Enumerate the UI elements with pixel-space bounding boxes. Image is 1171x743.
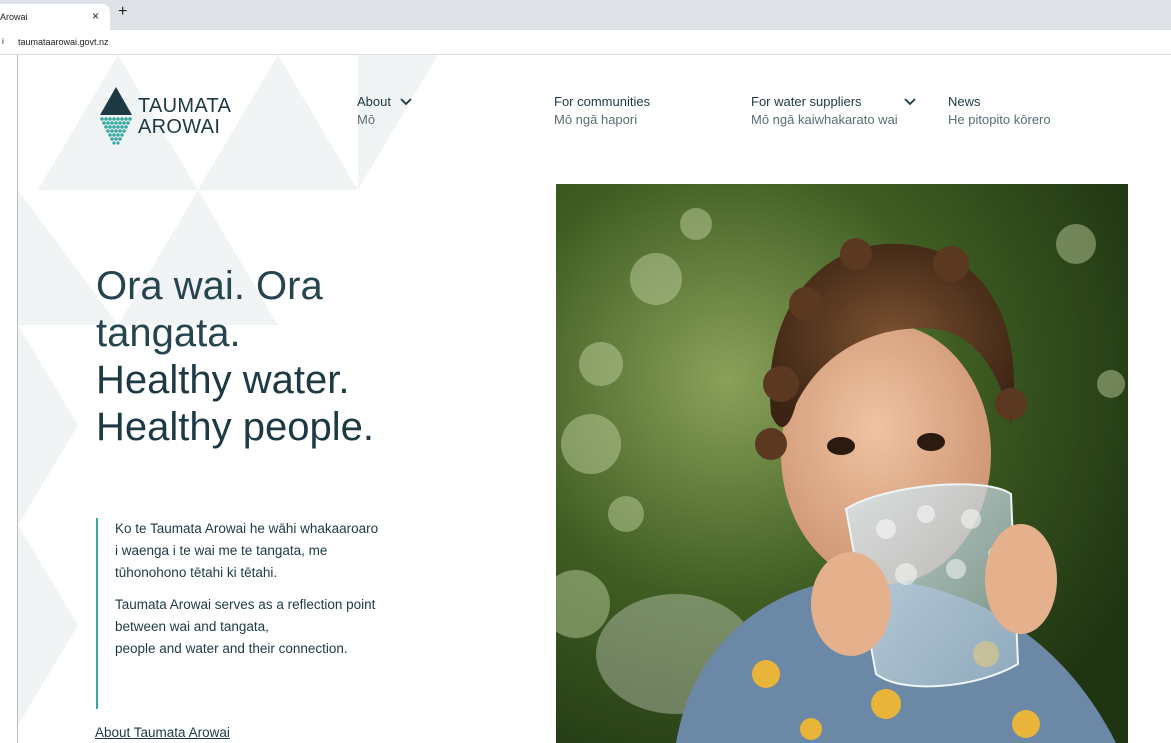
nav-label-mi: Mō ngā kaiwhakarato wai bbox=[751, 112, 898, 127]
hero-heading: Ora wai. Ora tangata. Healthy water. Hea… bbox=[96, 263, 476, 451]
close-icon[interactable]: × bbox=[92, 9, 99, 23]
hero-en-line-2: Healthy people. bbox=[96, 405, 374, 449]
nav-item-about[interactable]: About Mō bbox=[357, 93, 391, 129]
address-url[interactable]: taumataarowai.govt.nz bbox=[18, 37, 109, 47]
hero-photo-child-drinking-water bbox=[556, 184, 1128, 743]
hero-en-line-1: Healthy water. bbox=[96, 358, 350, 402]
intro-en-line-1: Taumata Arowai serves as a reflection po… bbox=[115, 597, 376, 612]
intro-mi-line-2: i waenga i te wai me te tangata, me bbox=[115, 543, 328, 558]
nav-label-en: About bbox=[357, 94, 391, 109]
logo-mark-icon bbox=[100, 87, 132, 145]
nav-label-mi: He pitopito kōrero bbox=[948, 112, 1051, 127]
nav-label-en: For water suppliers bbox=[751, 94, 862, 109]
browser-tab[interactable]: Arowai × bbox=[0, 4, 110, 30]
nav-item-news[interactable]: News He pitopito kōrero bbox=[948, 93, 1051, 129]
address-bar[interactable]: i taumataarowai.govt.nz bbox=[0, 30, 1171, 55]
hero-mi-line-2: tangata. bbox=[96, 311, 241, 355]
browser-tab-strip: Arowai × + bbox=[0, 0, 1171, 30]
intro-mi-paragraph: Ko te Taumata Arowai he wāhi whakaaroaro… bbox=[115, 518, 436, 584]
intro-quote: Ko te Taumata Arowai he wāhi whakaaroaro… bbox=[96, 518, 436, 709]
intro-mi-line-3: tūhonohono tētahi ki tētahi. bbox=[115, 565, 278, 580]
nav-label-mi: Mō ngā hapori bbox=[554, 112, 638, 127]
logo-line-1: TAUMATA bbox=[138, 95, 232, 117]
info-icon[interactable]: i bbox=[2, 37, 4, 46]
nav-label-en: News bbox=[948, 94, 981, 109]
intro-en-line-3: people and water and their connection. bbox=[115, 641, 348, 656]
about-taumata-arowai-link[interactable]: About Taumata Arowai bbox=[95, 725, 230, 740]
page-content: TAUMATA AROWAI About Mō For communities … bbox=[18, 55, 1171, 743]
chevron-down-icon[interactable] bbox=[400, 97, 412, 107]
nav-item-for-communities[interactable]: For communities Mō ngā hapori bbox=[554, 93, 650, 129]
new-tab-icon[interactable]: + bbox=[118, 3, 127, 21]
nav-label-mi: Mō bbox=[357, 112, 376, 127]
nav-item-for-water-suppliers[interactable]: For water suppliers Mō ngā kaiwhakarato … bbox=[751, 93, 898, 129]
logo-line-2: AROWAI bbox=[138, 116, 221, 138]
intro-en-line-2: between wai and tangata, bbox=[115, 619, 269, 634]
tab-title: Arowai bbox=[0, 12, 28, 22]
nav-label-en: For communities bbox=[554, 94, 651, 109]
intro-mi-line-1: Ko te Taumata Arowai he wāhi whakaaroaro bbox=[115, 521, 379, 536]
logo-wordmark: TAUMATA AROWAI bbox=[138, 96, 231, 138]
intro-en-paragraph: Taumata Arowai serves as a reflection po… bbox=[115, 594, 436, 660]
chevron-down-icon[interactable] bbox=[904, 97, 916, 107]
hero-mi-line-1: Ora wai. Ora bbox=[96, 264, 323, 308]
site-logo[interactable]: TAUMATA AROWAI bbox=[96, 83, 236, 147]
